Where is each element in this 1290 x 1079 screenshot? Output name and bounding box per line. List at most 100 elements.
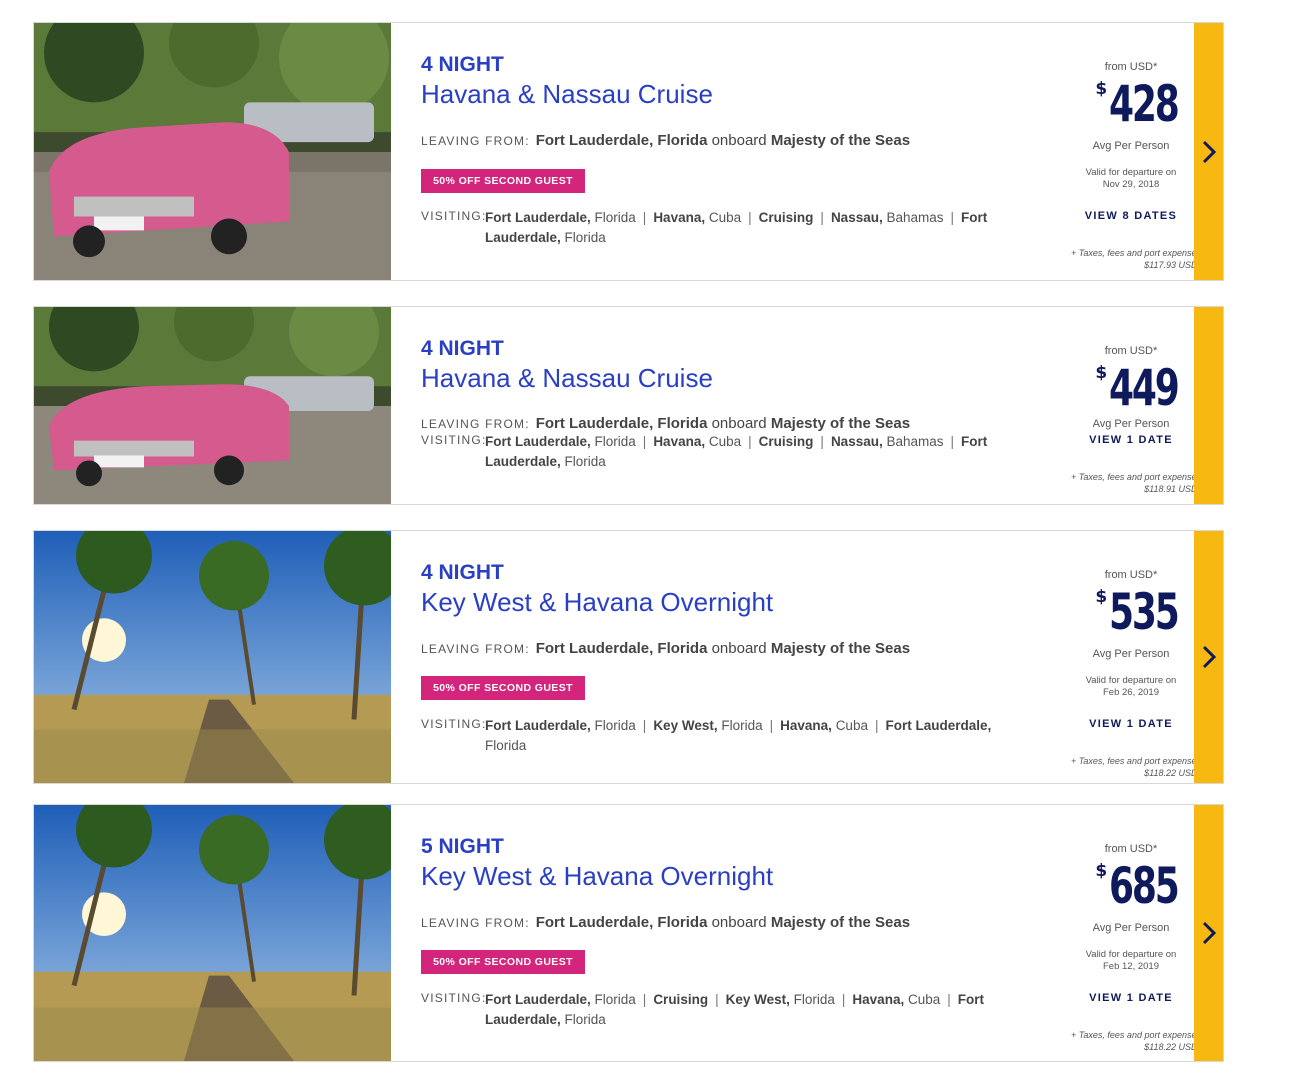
port-region: Cuba — [708, 210, 742, 225]
port-name: Fort Lauderdale, — [485, 434, 591, 449]
cruise-card[interactable]: 4 NIGHT Havana & Nassau Cruise Leaving f… — [33, 306, 1224, 505]
port-region: Florida — [594, 210, 636, 225]
avg-per-person-label: Avg Per Person — [1092, 418, 1170, 430]
currency-symbol: $ — [1095, 79, 1108, 99]
taxes-note: + Taxes, fees and port expenses $118.22 … — [1056, 1029, 1206, 1053]
ship-name: Majesty of the Seas — [770, 914, 911, 931]
promo-badge: 50% OFF SECOND GUEST — [421, 950, 585, 974]
visiting-ports: Visiting: Fort Lauderdale, Florida | Key W… — [421, 717, 992, 753]
cruise-card[interactable]: 5 NIGHT Key West & Havana Overnight Leav… — [33, 804, 1224, 1062]
cruise-photo[interactable] — [34, 805, 391, 1061]
valid-date: Feb 26, 2019 — [1103, 687, 1159, 698]
valid-departure: Valid for departure on Feb 12, 2019 — [1056, 949, 1206, 973]
chevron-right-icon — [1202, 140, 1216, 163]
taxes-label: + Taxes, fees and port expenses — [1070, 472, 1201, 482]
port-region: Florida — [594, 992, 636, 1007]
port-region: Cuba — [708, 434, 742, 449]
price-amount: $449 — [1056, 359, 1206, 417]
port-name: Havana, — [653, 434, 706, 449]
port-name: Cruising — [758, 434, 814, 449]
port-region: Bahamas — [886, 210, 944, 225]
view-dates-link[interactable]: VIEW 1 DATE — [1056, 992, 1206, 1004]
price-value: 449 — [1109, 359, 1180, 417]
visiting-label: Visiting: — [421, 991, 487, 1005]
leaving-from: Leaving from: Fort Lauderdale, Florida on… — [421, 415, 910, 432]
valid-label: Valid for departure on — [1085, 675, 1177, 686]
leaving-from-label: Leaving from: — [421, 134, 530, 148]
card-arrow-button[interactable] — [1194, 805, 1223, 1061]
card-arrow-button[interactable] — [1194, 531, 1223, 783]
ship-name: Majesty of the Seas — [770, 640, 911, 657]
port-region: Florida — [594, 718, 636, 733]
currency-symbol: $ — [1095, 587, 1108, 607]
port-name: Havana, — [852, 992, 905, 1007]
taxes-note: + Taxes, fees and port expenses $118.91 … — [1056, 471, 1206, 495]
port-name: Nassau, — [830, 210, 883, 225]
view-dates-link[interactable]: VIEW 1 DATE — [1056, 718, 1206, 730]
onboard-label: onboard — [711, 415, 767, 432]
taxes-amount: $117.93 USD* — [1144, 260, 1201, 270]
cruise-title[interactable]: Havana & Nassau Cruise — [421, 363, 713, 394]
visiting-ports: Visiting: Fort Lauderdale, Florida | Havan… — [421, 432, 1011, 472]
visiting-ports: Visiting: Fort Lauderdale, Florida | Havan… — [421, 209, 988, 245]
departure-port: Fort Lauderdale, Florida — [535, 914, 708, 931]
leaving-from-label: Leaving from: — [421, 417, 530, 431]
from-usd-label: from USD* — [1104, 61, 1158, 73]
cruise-card[interactable]: 4 NIGHT Havana & Nassau Cruise Leaving f… — [33, 22, 1224, 281]
cruise-nights: 4 NIGHT — [421, 337, 504, 360]
port-name: Key West, — [725, 992, 790, 1007]
chevron-right-icon — [1202, 645, 1216, 669]
taxes-amount: $118.22 USD* — [1144, 1042, 1201, 1052]
card-arrow-button[interactable] — [1194, 23, 1223, 280]
cruise-title[interactable]: Key West & Havana Overnight — [421, 861, 773, 892]
avg-per-person-label: Avg Per Person — [1092, 922, 1170, 934]
departure-port: Fort Lauderdale, Florida — [535, 132, 708, 149]
port-region: Cuba — [907, 992, 941, 1007]
taxes-note: + Taxes, fees and port expenses $118.22 … — [1056, 755, 1206, 779]
onboard-label: onboard — [711, 132, 767, 149]
cruise-card[interactable]: 4 NIGHT Key West & Havana Overnight Leav… — [33, 530, 1224, 784]
chevron-right-icon — [1202, 921, 1216, 945]
currency-symbol: $ — [1095, 861, 1108, 881]
price-value: 535 — [1109, 583, 1180, 641]
from-usd-label: from USD* — [1104, 843, 1158, 855]
leaving-from-label: Leaving from: — [421, 916, 530, 930]
currency-symbol: $ — [1095, 363, 1108, 383]
cruise-photo[interactable] — [34, 531, 391, 783]
cruise-photo[interactable] — [34, 23, 391, 280]
taxes-label: + Taxes, fees and port expenses — [1070, 1030, 1201, 1040]
port-region: Florida — [485, 738, 527, 753]
departure-port: Fort Lauderdale, Florida — [535, 415, 708, 432]
leaving-from: Leaving from: Fort Lauderdale, Florida on… — [421, 640, 910, 657]
port-region: Florida — [564, 454, 606, 469]
avg-per-person-label: Avg Per Person — [1092, 648, 1170, 660]
card-arrow-button[interactable] — [1194, 307, 1223, 504]
cruise-title[interactable]: Havana & Nassau Cruise — [421, 79, 713, 110]
taxes-amount: $118.22 USD* — [1144, 768, 1201, 778]
onboard-label: onboard — [711, 914, 767, 931]
cruise-title[interactable]: Key West & Havana Overnight — [421, 587, 773, 618]
cruise-nights: 5 NIGHT — [421, 835, 504, 858]
port-region: Cuba — [835, 718, 868, 733]
ship-name: Majesty of the Seas — [770, 415, 911, 432]
leaving-from: Leaving from: Fort Lauderdale, Florida on… — [421, 914, 910, 931]
port-region: Florida — [793, 992, 835, 1007]
price-amount: $535 — [1056, 583, 1206, 641]
price-value: 428 — [1109, 75, 1180, 133]
valid-date: Feb 12, 2019 — [1103, 961, 1159, 972]
cruise-nights: 4 NIGHT — [421, 561, 504, 584]
valid-label: Valid for departure on — [1085, 167, 1177, 178]
taxes-note: + Taxes, fees and port expenses $117.93 … — [1056, 247, 1206, 271]
view-dates-link[interactable]: VIEW 8 DATES — [1056, 210, 1206, 222]
port-name: Havana, — [780, 718, 832, 733]
onboard-label: onboard — [711, 640, 767, 657]
port-name: Fort Lauderdale, — [885, 718, 992, 733]
cruise-photo[interactable] — [34, 307, 391, 504]
valid-departure: Valid for departure on Feb 26, 2019 — [1056, 675, 1206, 699]
promo-badge: 50% OFF SECOND GUEST — [421, 169, 585, 193]
valid-departure: Valid for departure on Nov 29, 2018 — [1056, 167, 1206, 191]
taxes-amount: $118.91 USD* — [1144, 484, 1201, 494]
port-name: Havana, — [653, 210, 706, 225]
view-dates-link[interactable]: VIEW 1 DATE — [1056, 434, 1206, 446]
avg-per-person-label: Avg Per Person — [1092, 140, 1170, 152]
